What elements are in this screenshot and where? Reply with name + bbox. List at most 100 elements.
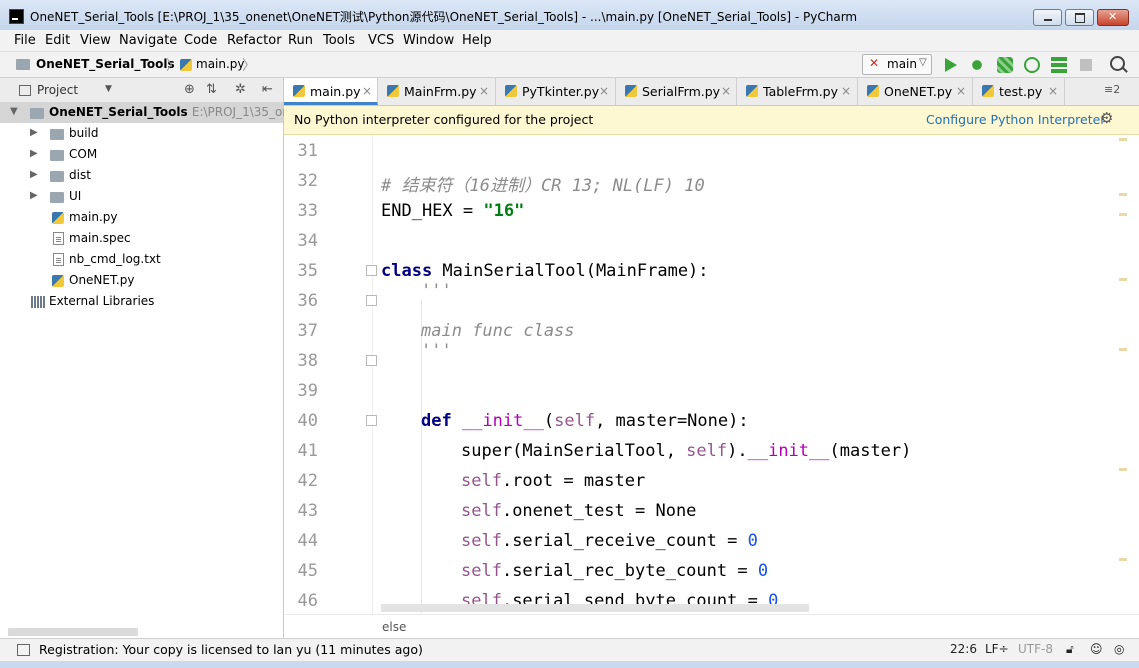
menu-navigate[interactable]: Navigate [119,33,177,48]
menu-code[interactable]: Code [184,33,217,48]
warning-marker[interactable] [1119,348,1127,351]
warning-marker[interactable] [1119,193,1127,196]
python-file-icon [505,85,517,97]
chevron-down-icon[interactable]: ▼ [105,84,112,94]
tab-label: MainFrm.py [404,84,477,99]
menu-refactor[interactable]: Refactor [227,33,282,48]
tab-mainfrm-py[interactable]: MainFrm.py × [378,78,496,105]
chevron-right-icon[interactable]: ▶ [30,169,38,180]
lock-icon[interactable]: 🔓︎ [1066,642,1074,657]
code-function: __init__ [461,411,544,431]
warning-marker[interactable] [1119,558,1127,561]
tree-item-onenet-py[interactable]: OneNET.py [0,270,283,291]
code-editor[interactable]: # 结束符（16进制）CR 13; NL(LF) 10 END_HEX = "1… [381,135,1121,613]
warning-marker[interactable] [1119,468,1127,471]
tab-onenet-py[interactable]: OneNET.py × [858,78,973,105]
python-file-icon [625,85,637,97]
breadcrumb-project[interactable]: OneNET_Serial_Tools [36,57,175,71]
tool-windows-icon[interactable] [17,644,30,656]
chevron-right-icon[interactable]: ▶ [30,148,38,159]
close-icon[interactable]: × [956,84,966,98]
line-separator[interactable]: LF÷ [985,642,1009,656]
horizontal-scrollbar[interactable] [8,628,138,636]
chevron-right-icon[interactable]: ▶ [30,190,38,201]
search-icon[interactable] [1110,56,1125,71]
chevron-down-icon[interactable]: ▼ [10,106,18,117]
minimize-button[interactable] [1033,9,1062,26]
root-path: E:\PROJ_1\35_one [191,105,298,119]
chevron-right-icon[interactable]: ▶ [30,127,38,138]
horizontal-scrollbar[interactable] [381,604,809,612]
close-icon[interactable]: × [479,84,489,98]
tree-item-main-py[interactable]: main.py [0,207,283,228]
menu-run[interactable]: Run [288,33,313,48]
tabs-overflow-button[interactable]: ≡2 [1104,83,1120,96]
code-token: ( [543,411,555,431]
tree-item-external-libraries[interactable]: External Libraries [0,291,283,312]
tree-item-com[interactable]: ▶ COM [0,144,283,165]
close-icon[interactable]: × [362,84,372,98]
tree-item-ui[interactable]: ▶ UI [0,186,283,207]
code-line-37: main func class [421,321,575,341]
build-icon[interactable] [1051,57,1067,73]
configure-interpreter-link[interactable]: Configure Python Interpreter [926,112,1105,127]
menu-tools[interactable]: Tools [323,33,355,48]
code-token: super(MainSerialTool, [461,441,687,461]
tree-root[interactable]: ▼ OneNET_Serial_Tools E:\PROJ_1\35_one [0,102,297,123]
debug-icon[interactable] [969,57,985,73]
menu-edit[interactable]: Edit [45,33,70,48]
event-log-icon[interactable]: ◎ [1114,642,1124,656]
editor-breadcrumb-footer: else [285,614,1139,639]
menu-help[interactable]: Help [462,33,492,48]
maximize-button[interactable] [1065,9,1094,26]
tree-item-label: main.py [69,210,118,224]
menu-file[interactable]: File [14,33,36,48]
locate-icon[interactable]: ⊕ [184,82,195,97]
close-icon[interactable]: × [599,84,609,98]
code-number: 0 [747,531,758,551]
menu-window[interactable]: Window [403,33,454,48]
tab-pytkinter-py[interactable]: PyTkinter.py × [496,78,616,105]
close-icon[interactable]: × [721,84,731,98]
caret-position[interactable]: 22:6 [950,642,977,656]
hide-icon[interactable]: ⇤ [262,82,273,97]
collapse-icon[interactable]: ⇅ [206,82,217,97]
python-file-icon [982,85,994,97]
project-panel-title[interactable]: Project [37,83,78,97]
file-encoding[interactable]: UTF-8 [1018,642,1053,656]
tab-serialfrm-py[interactable]: SerialFrm.py × [616,78,737,105]
coverage-icon[interactable] [997,57,1013,73]
menu-view[interactable]: View [80,33,111,48]
root-name: OneNET_Serial_Tools [49,105,188,119]
breadcrumb-file[interactable]: main.py [196,57,245,71]
pycharm-icon [9,9,24,24]
gear-icon[interactable]: ✲ [235,82,246,97]
code-token: , master=None): [595,411,749,431]
tab-tablefrm-py[interactable]: TableFrm.py × [737,78,858,105]
menu-vcs[interactable]: VCS [368,33,394,48]
run-icon[interactable] [945,58,957,72]
inspector-icon[interactable]: ☺ [1090,642,1103,656]
warning-marker[interactable] [1119,138,1127,141]
profile-icon[interactable] [1024,57,1040,73]
python-file-icon [52,275,64,287]
line-number-gutter [284,135,373,616]
project-panel: Project ▼ ⊕ ⇅ ✲ ⇤ ▼ OneNET_Serial_Tools … [0,78,297,638]
error-stripe[interactable] [1119,138,1129,608]
tree-item-main-spec[interactable]: main.spec [0,228,283,249]
tree-item-dist[interactable]: ▶ dist [0,165,283,186]
stop-icon[interactable] [1080,59,1092,71]
tab-main-py[interactable]: main.py × [284,78,378,105]
warning-marker[interactable] [1119,278,1127,281]
tree-item-build[interactable]: ▶ build [0,123,283,144]
run-config-select[interactable]: ✕ main ▽ [862,54,932,75]
warning-marker[interactable] [1119,213,1127,216]
gear-icon[interactable]: ⚙ [1100,109,1113,127]
close-button[interactable] [1097,9,1129,26]
project-view-icon [19,85,31,96]
tab-test-py[interactable]: test.py × [973,78,1065,105]
close-icon[interactable]: × [1048,84,1058,98]
code-line-42: self.root = master [461,471,645,491]
close-icon[interactable]: × [841,84,851,98]
tree-item-nb-cmd-log[interactable]: nb_cmd_log.txt [0,249,283,270]
